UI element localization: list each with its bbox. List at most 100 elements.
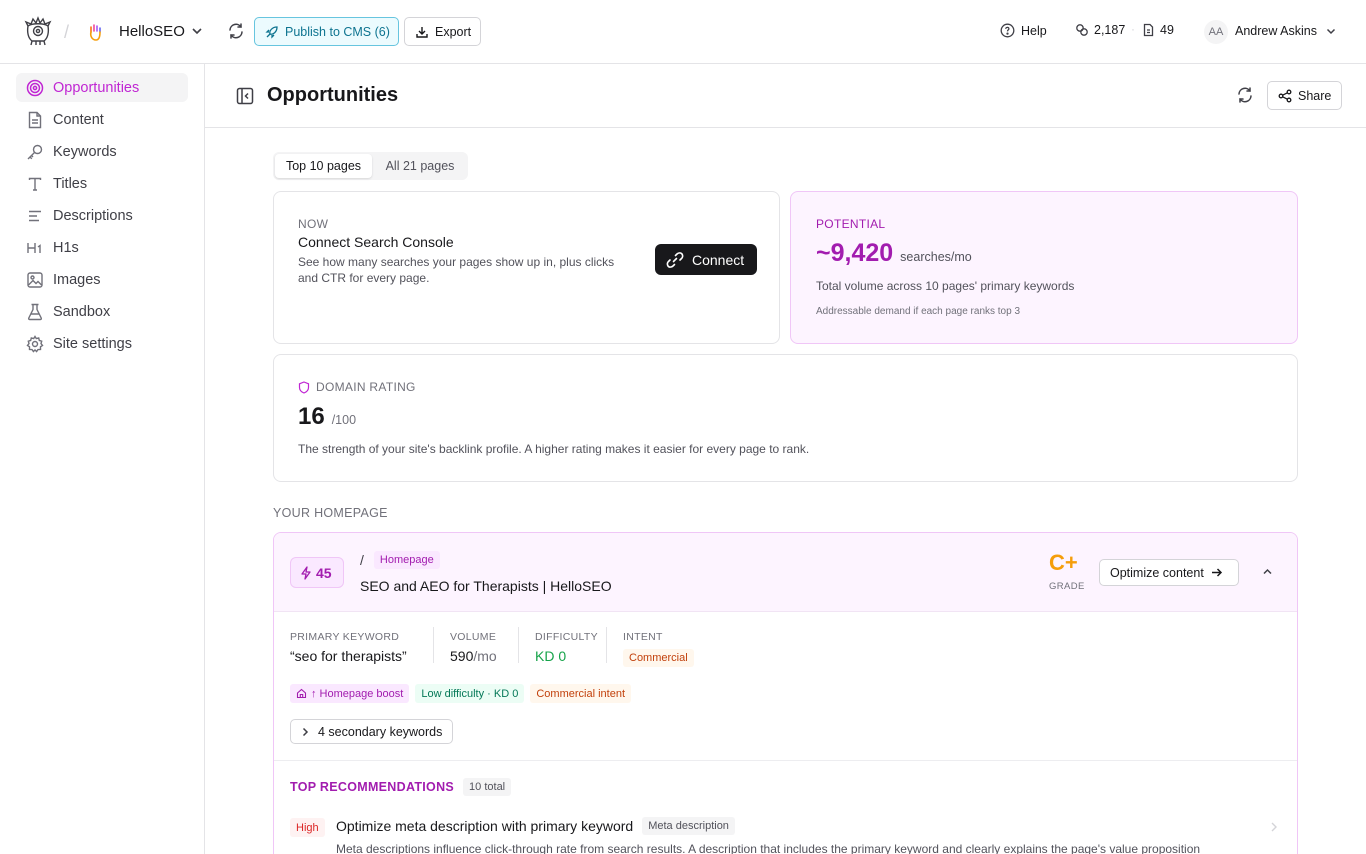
volume-label: VOLUME [450, 631, 497, 643]
sidebar-item-images[interactable]: Images [16, 265, 188, 294]
chevron-up-icon[interactable] [1261, 565, 1274, 578]
priority-badge: High [290, 818, 325, 837]
domain-rating-card: DOMAIN RATING 16 /100 The strength of yo… [273, 354, 1298, 482]
page-header: Opportunities Share [205, 64, 1366, 128]
export-button[interactable]: Export [404, 17, 481, 46]
tag-row: ↑ Homepage boost Low difficulty · KD 0 C… [290, 684, 631, 703]
sidebar-item-content[interactable]: Content [16, 105, 188, 134]
connect-button[interactable]: Connect [655, 244, 757, 275]
target-icon [26, 79, 44, 97]
gear-icon [26, 334, 44, 353]
pages-value: 49 [1160, 23, 1174, 37]
card-description: Total volume across 10 pages' primary ke… [816, 279, 1075, 293]
share-icon [1278, 89, 1292, 103]
sidebar-item-label: H1s [53, 239, 79, 256]
site-switcher-label[interactable]: HelloSEO [119, 23, 185, 40]
flask-icon [26, 303, 44, 321]
low-difficulty-tag: Low difficulty · KD 0 [415, 684, 525, 703]
card-description: The strength of your site's backlink pro… [298, 442, 810, 456]
secondary-keywords-toggle[interactable]: 4 secondary keywords [290, 719, 453, 744]
sidebar-item-keywords[interactable]: Keywords [16, 137, 188, 166]
tab-top-10-pages[interactable]: Top 10 pages [275, 154, 372, 178]
shield-icon [298, 380, 310, 394]
potential-metric: ~9,420 searches/mo [816, 239, 972, 268]
section-label: YOUR HOMEPAGE [273, 506, 388, 520]
refresh-icon[interactable] [227, 22, 245, 40]
sidebar-item-site-settings[interactable]: Site settings [16, 329, 188, 358]
divider [606, 627, 607, 663]
sidebar-item-label: Site settings [53, 335, 132, 352]
primary-keyword-label: PRIMARY KEYWORD [290, 631, 400, 643]
card-eyebrow: DOMAIN RATING [316, 380, 416, 394]
backlinks-stat: 2,187 [1075, 23, 1125, 37]
sidebar-item-label: Keywords [53, 143, 117, 160]
document-icon [26, 111, 44, 129]
chevron-down-icon[interactable] [1325, 25, 1337, 37]
breadcrumb-separator: / [64, 22, 70, 42]
sidebar-item-sandbox[interactable]: Sandbox [16, 297, 188, 326]
help-button[interactable]: Help [1000, 23, 1047, 38]
image-icon [26, 271, 44, 289]
volume-unit: /mo [473, 648, 497, 664]
rocket-icon [265, 25, 279, 39]
homepage-card: 45 / Homepage SEO and AEO for Therapists… [273, 532, 1298, 854]
card-eyebrow-row: DOMAIN RATING [298, 380, 416, 394]
sidebar-item-label: Sandbox [53, 303, 111, 320]
optimize-label: Optimize content [1110, 565, 1204, 580]
recommendation-title-row: Optimize meta description with primary k… [336, 817, 735, 835]
zap-icon [300, 565, 312, 580]
link-icon [1075, 23, 1089, 37]
sidebar-item-label: Titles [53, 175, 88, 192]
recommendations-count: 10 total [463, 778, 512, 796]
help-label: Help [1021, 23, 1047, 38]
optimize-content-button[interactable]: Optimize content [1099, 559, 1239, 586]
sidebar-item-label: Content [53, 111, 104, 128]
sidebar-item-label: Descriptions [53, 207, 133, 224]
publish-to-cms-button[interactable]: Publish to CMS (6) [254, 17, 399, 46]
recommendations-header: TOP RECOMMENDATIONS 10 total [290, 778, 512, 796]
top-bar: / HelloSEO Publish to CMS (6) Export Hel… [0, 0, 1366, 64]
chevron-right-icon [300, 727, 310, 737]
volume-metric: 590 /mo [450, 648, 497, 664]
chevron-down-icon[interactable] [190, 24, 204, 38]
share-label: Share [1298, 88, 1332, 103]
secondary-keywords-label: 4 secondary keywords [318, 724, 443, 739]
score-value: 45 [316, 564, 332, 581]
pages-stat: 49 [1142, 23, 1174, 37]
chevron-right-icon[interactable] [1269, 821, 1279, 833]
type-icon [26, 175, 44, 193]
recommendation-item[interactable]: High Optimize meta description with prim… [274, 808, 1297, 854]
intent-badge: Commercial [623, 649, 694, 667]
recommendation-tag: Meta description [642, 817, 735, 835]
sidebar-item-opportunities[interactable]: Opportunities [16, 73, 188, 102]
homepage-card-header[interactable]: 45 / Homepage SEO and AEO for Therapists… [274, 533, 1297, 612]
tag-label: ↑ Homepage boost [311, 687, 404, 700]
tab-all-pages[interactable]: All 21 pages [374, 154, 466, 178]
sidebar: Opportunities Content Keywords Titles De… [0, 64, 205, 854]
key-icon [26, 143, 44, 161]
stat-separator: · [1131, 22, 1135, 36]
recommendation-title: Optimize meta description with primary k… [336, 818, 634, 834]
share-button[interactable]: Share [1267, 81, 1342, 110]
sidebar-item-label: Opportunities [53, 79, 140, 96]
app-logo-icon[interactable] [24, 16, 52, 46]
user-menu-name[interactable]: Andrew Askins [1235, 24, 1317, 38]
refresh-icon[interactable] [1236, 86, 1254, 104]
domain-max: /100 [331, 413, 357, 427]
file-icon [1142, 23, 1155, 37]
sidebar-item-descriptions[interactable]: Descriptions [16, 201, 188, 230]
page-title-text: SEO and AEO for Therapists | HelloSEO [360, 578, 612, 594]
heading1-icon [26, 239, 44, 257]
card-description: See how many searches your pages show up… [298, 255, 615, 285]
sidebar-collapse-icon[interactable] [236, 87, 254, 105]
difficulty-label: DIFFICULTY [535, 631, 598, 643]
publish-label: Publish to CMS (6) [285, 24, 390, 39]
domain-metric: 16 /100 [298, 403, 356, 431]
sidebar-item-label: Images [53, 271, 101, 288]
download-icon [415, 25, 429, 39]
sidebar-item-titles[interactable]: Titles [16, 169, 188, 198]
divider [518, 627, 519, 663]
sidebar-item-h1s[interactable]: H1s [16, 233, 188, 262]
align-left-icon [26, 207, 44, 225]
avatar[interactable]: AA [1204, 20, 1228, 44]
